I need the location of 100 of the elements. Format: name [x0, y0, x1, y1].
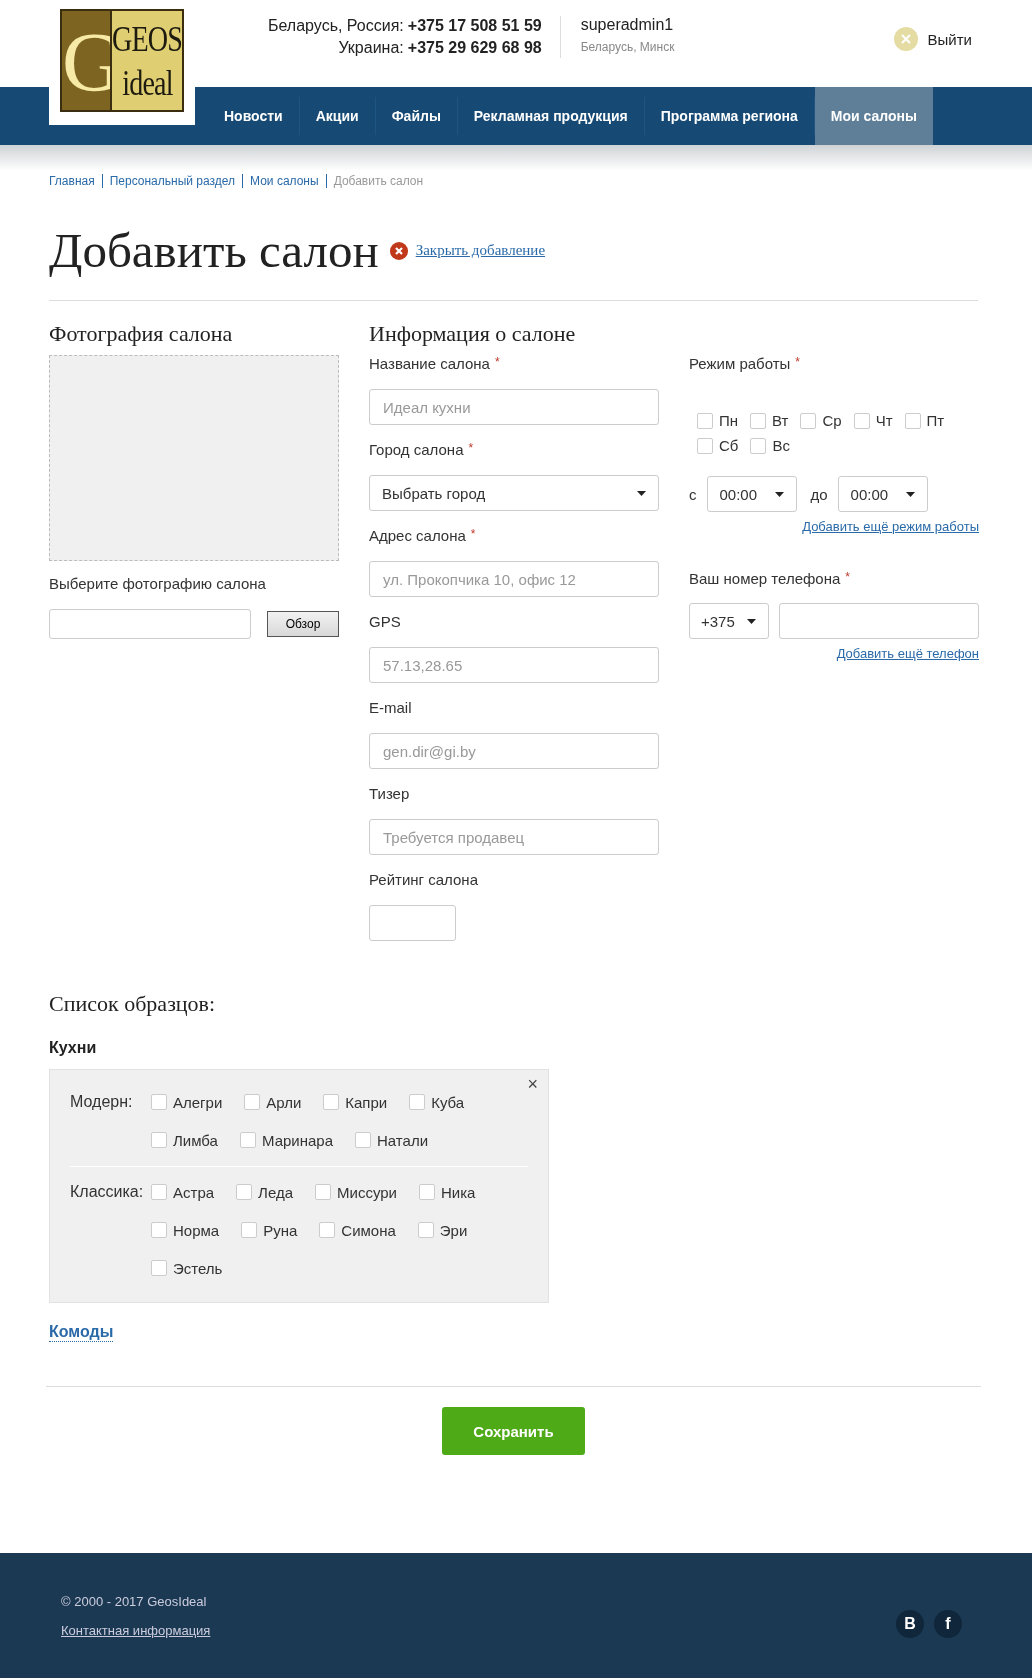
- day-label: Чт: [875, 412, 893, 429]
- field-label: E-mail: [369, 699, 412, 718]
- sample-label: Алегри: [173, 1093, 223, 1111]
- time-label: до: [810, 485, 828, 503]
- checkbox[interactable]: [750, 437, 767, 454]
- close-icon[interactable]: ×: [527, 1074, 538, 1095]
- checkbox[interactable]: [904, 412, 921, 429]
- nav-item[interactable]: Файлы: [375, 87, 457, 145]
- checkbox[interactable]: [355, 1132, 371, 1148]
- checkbox[interactable]: [750, 412, 767, 429]
- required-mark: *: [795, 355, 801, 371]
- checkbox[interactable]: [151, 1222, 167, 1238]
- group-link[interactable]: Комоды: [49, 1323, 114, 1342]
- checkbox[interactable]: [409, 1094, 426, 1110]
- checkbox[interactable]: [151, 1184, 167, 1200]
- contact-link[interactable]: Контактная информация: [61, 1622, 211, 1638]
- nav-item[interactable]: Новости: [208, 87, 299, 145]
- logout-link[interactable]: Выйти: [927, 30, 972, 48]
- nav-item[interactable]: Программа региона: [644, 87, 814, 145]
- required-mark: *: [494, 355, 500, 371]
- sample-label: Натали: [377, 1131, 429, 1149]
- nav-item[interactable]: Акции: [299, 87, 375, 145]
- user-location: Беларусь, Минск: [580, 40, 675, 54]
- sample-label: Астра: [173, 1183, 215, 1201]
- style-label: Классика:: [70, 1182, 145, 1202]
- close-link[interactable]: Закрыть добавление: [415, 242, 546, 259]
- checkbox[interactable]: [319, 1222, 336, 1238]
- copyright: © 2000 - 2017 GeosIdeal: [61, 1593, 208, 1609]
- social-button[interactable]: В: [896, 1609, 924, 1638]
- sample-label: Лимба: [173, 1131, 218, 1149]
- country-code-dropdown[interactable]: +375: [689, 603, 769, 639]
- contact-phone[interactable]: +375 17 508 51 59: [407, 17, 542, 35]
- contact-region: Беларусь, Россия:: [268, 17, 404, 35]
- sample-label: Ника: [440, 1183, 476, 1201]
- logo-word: ideal: [121, 61, 173, 105]
- style-label: Модерн:: [70, 1092, 134, 1112]
- checkbox[interactable]: [151, 1094, 167, 1110]
- add-phone-link[interactable]: Добавить ещё телефон: [836, 646, 979, 661]
- time-dropdown[interactable]: 00:00: [706, 476, 797, 512]
- file-field[interactable]: [49, 609, 251, 639]
- sample-label: Симона: [341, 1221, 396, 1239]
- required-mark: *: [845, 570, 850, 586]
- day-label: Пн: [719, 412, 739, 429]
- time-dropdown[interactable]: 00:00: [837, 476, 928, 512]
- checkbox[interactable]: [697, 437, 713, 454]
- field-label: Тизер: [369, 785, 410, 804]
- group-title[interactable]: Кухни: [49, 1039, 978, 1057]
- user-name[interactable]: superadmin1: [580, 16, 675, 34]
- input-field[interactable]: gen.dir@gi.by: [369, 733, 659, 769]
- phone-field[interactable]: [779, 603, 979, 639]
- breadcrumb-link[interactable]: Мои салоны: [250, 174, 319, 188]
- checkbox[interactable]: [697, 412, 713, 429]
- input-field[interactable]: ул. Прокопчика 10, офис 12: [369, 561, 659, 597]
- day-label: Вт: [772, 412, 789, 429]
- required-mark: *: [470, 527, 476, 543]
- day-label: Вс: [772, 437, 790, 454]
- day-label: Пт: [926, 412, 945, 429]
- required-mark: *: [468, 441, 474, 457]
- city-dropdown[interactable]: Выбрать город: [369, 475, 659, 511]
- breadcrumb-current: Добавить салон: [333, 174, 424, 188]
- breadcrumb-link[interactable]: Персональный раздел: [109, 174, 236, 188]
- add-schedule-link[interactable]: Добавить ещё режим работы: [802, 519, 979, 534]
- sample-label: Арли: [266, 1093, 302, 1111]
- input-field[interactable]: 57.13,28.65: [369, 647, 659, 683]
- checkbox[interactable]: [417, 1222, 434, 1238]
- contact-phone[interactable]: +375 29 629 68 98: [407, 39, 542, 57]
- breadcrumb-link[interactable]: Главная: [49, 174, 95, 188]
- sample-label: Норма: [173, 1221, 220, 1239]
- close-icon[interactable]: [389, 241, 408, 260]
- sample-label: Леда: [258, 1183, 293, 1201]
- sample-label: Капри: [345, 1093, 388, 1111]
- photo-placeholder[interactable]: [49, 355, 339, 561]
- section-title: Фотография салона: [49, 321, 234, 347]
- sample-label: Эстель: [173, 1259, 223, 1277]
- nav-item[interactable]: Мои салоны: [814, 87, 933, 145]
- checkbox[interactable]: [244, 1094, 261, 1110]
- nav-item[interactable]: Рекламная продукция: [457, 87, 644, 145]
- checkbox[interactable]: [800, 412, 817, 429]
- field-label: Ваш номер телефона: [689, 570, 841, 587]
- checkbox[interactable]: [241, 1222, 258, 1238]
- checkbox[interactable]: [236, 1184, 253, 1200]
- checkbox[interactable]: [239, 1132, 256, 1148]
- input-field[interactable]: Идеал кухни: [369, 389, 659, 425]
- checkbox[interactable]: [151, 1260, 167, 1276]
- caret-icon: [774, 491, 784, 497]
- checkbox[interactable]: [853, 412, 870, 429]
- section-title: Список образцов:: [49, 991, 217, 1017]
- social-button[interactable]: f: [934, 1609, 962, 1638]
- browse-button[interactable]: Обзор: [267, 611, 339, 637]
- input-field[interactable]: Требуется продавец: [369, 819, 659, 855]
- field-label: Режим работы: [689, 355, 791, 372]
- checkbox[interactable]: [323, 1094, 340, 1110]
- sample-label: Эри: [439, 1221, 468, 1239]
- time-label: с: [689, 485, 697, 503]
- day-label: Сб: [719, 437, 739, 454]
- section-title: Информация о салоне: [369, 321, 577, 347]
- checkbox[interactable]: [418, 1184, 435, 1200]
- checkbox[interactable]: [151, 1132, 167, 1148]
- checkbox[interactable]: [315, 1184, 331, 1200]
- input-field[interactable]: [369, 905, 456, 941]
